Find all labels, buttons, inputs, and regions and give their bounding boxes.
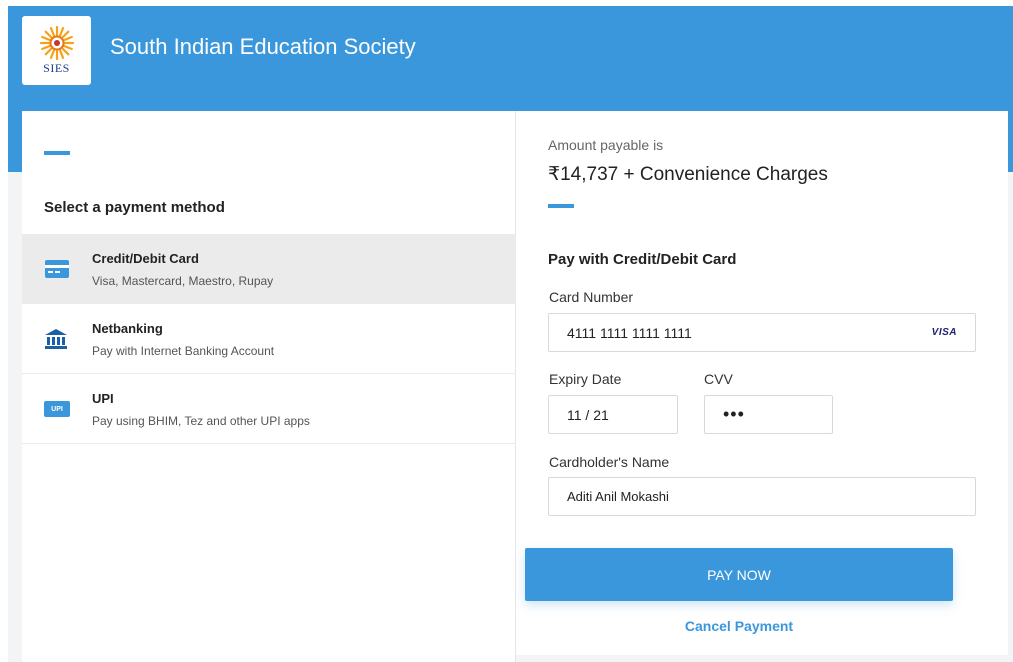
card-number-label: Card Number xyxy=(549,289,634,305)
method-upi[interactable]: UPI UPI Pay using BHIM, Tez and other UP… xyxy=(22,374,516,444)
method-credit-debit-card[interactable]: Credit/Debit Card Visa, Mastercard, Maes… xyxy=(22,234,516,304)
method-title: Netbanking xyxy=(92,321,163,336)
cardholder-name-value: Aditi Anil Mokashi xyxy=(567,489,669,504)
accent-divider xyxy=(44,151,70,155)
window-frame-left xyxy=(0,0,8,662)
cvv-value: ••• xyxy=(723,404,745,424)
card-number-input[interactable]: 4111 1111 1111 1111 VISA xyxy=(548,313,976,352)
logo-wordmark: SIES xyxy=(43,60,70,75)
sun-emblem-icon xyxy=(39,25,74,60)
method-subtitle: Pay using BHIM, Tez and other UPI apps xyxy=(92,414,310,428)
payment-method-heading: Select a payment method xyxy=(44,199,225,216)
card-number-value: 4111 1111 1111 1111 xyxy=(567,324,692,341)
cvv-input[interactable]: ••• xyxy=(704,395,833,434)
expiry-input[interactable]: 11 / 21 xyxy=(548,395,678,434)
upi-badge-text: UPI xyxy=(51,405,63,413)
method-title: UPI xyxy=(92,391,114,406)
cardholder-name-input[interactable]: Aditi Anil Mokashi xyxy=(548,477,976,516)
expiry-value: 11 / 21 xyxy=(567,406,609,423)
method-netbanking[interactable]: Netbanking Pay with Internet Banking Acc… xyxy=(22,304,516,374)
form-heading: Pay with Credit/Debit Card xyxy=(548,251,737,268)
card-icon xyxy=(44,259,70,279)
method-title: Credit/Debit Card xyxy=(92,251,199,266)
sies-logo: SIES xyxy=(22,16,91,85)
accent-divider xyxy=(548,204,574,208)
upi-icon: UPI xyxy=(44,401,70,417)
organization-title: South Indian Education Society xyxy=(110,34,416,59)
cvv-label: CVV xyxy=(704,371,733,387)
payment-method-pane: Select a payment method Credit/Debit Car… xyxy=(22,111,516,662)
method-subtitle: Visa, Mastercard, Maestro, Rupay xyxy=(92,274,274,288)
amount-value: ₹14,737 + Convenience Charges xyxy=(548,164,828,185)
pay-now-button[interactable]: PAY NOW xyxy=(525,548,953,601)
bank-icon xyxy=(44,328,68,350)
visa-icon: VISA xyxy=(931,327,957,338)
method-subtitle: Pay with Internet Banking Account xyxy=(92,344,275,358)
cancel-payment-link[interactable]: Cancel Payment xyxy=(525,618,953,634)
cardholder-name-label: Cardholder's Name xyxy=(549,454,670,470)
window-frame-top xyxy=(0,0,1013,6)
expiry-label: Expiry Date xyxy=(549,371,622,387)
amount-label: Amount payable is xyxy=(548,137,664,153)
bottom-strip xyxy=(516,655,1008,662)
